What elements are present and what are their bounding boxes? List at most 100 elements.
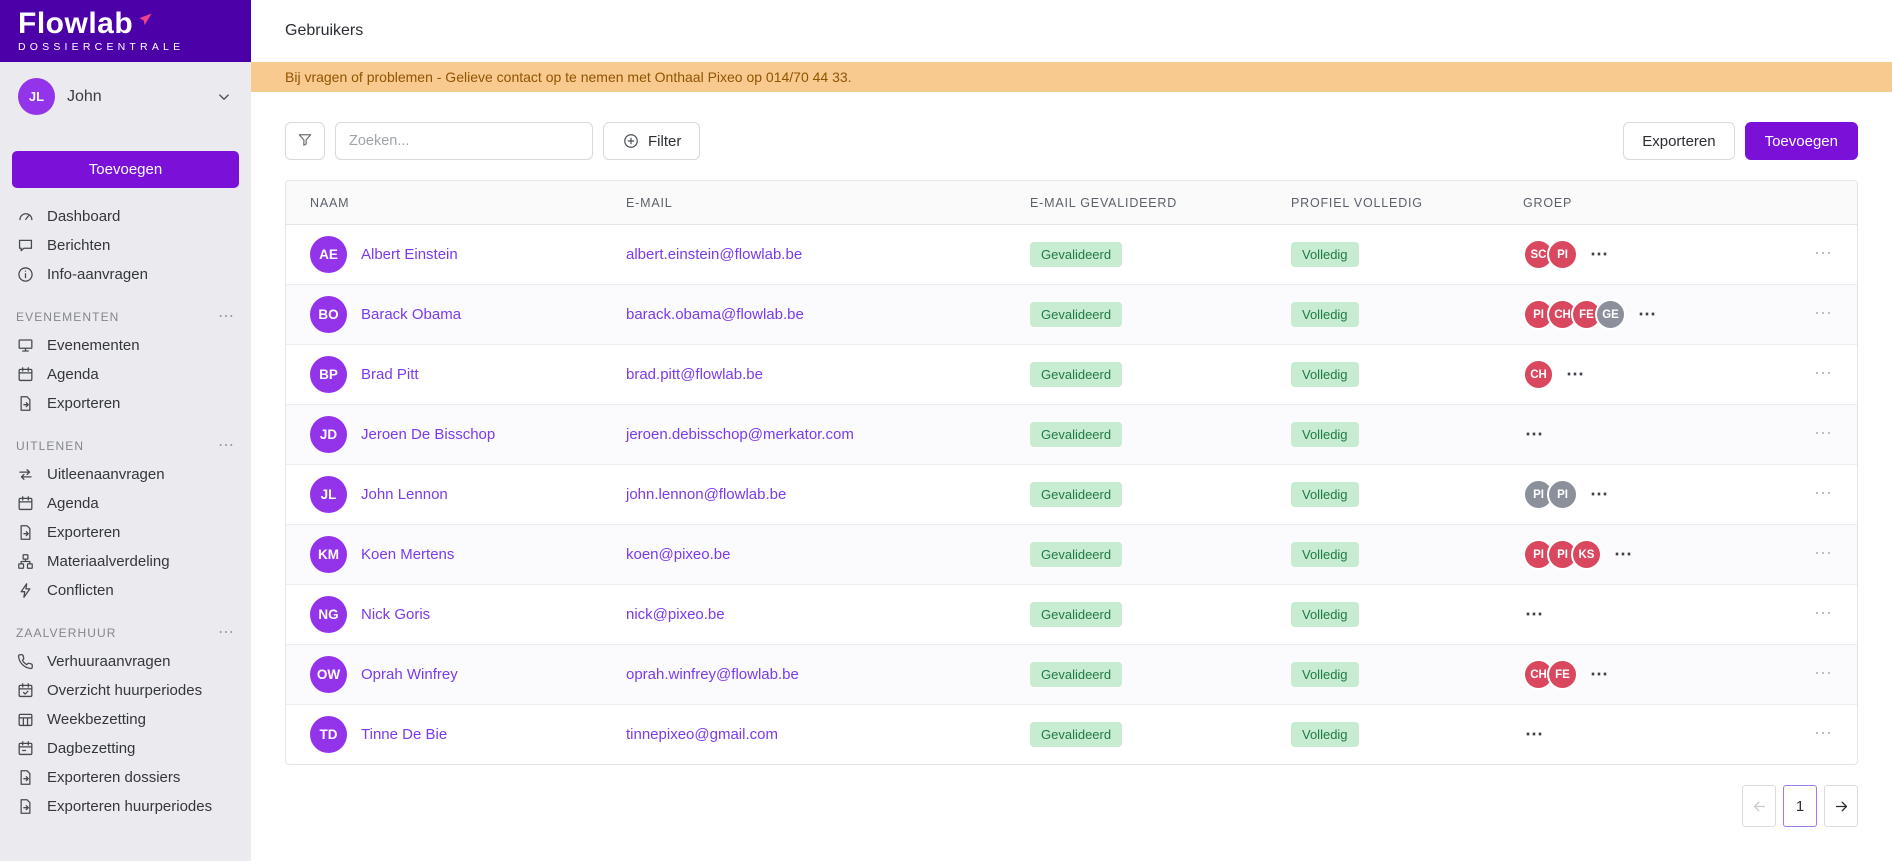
export-button[interactable]: Exporteren [1623, 122, 1734, 160]
groups-more-button[interactable]: ⋯ [1590, 670, 1609, 679]
sidebar-section-uitlenen: UITLENEN⋯ [0, 418, 251, 460]
user-name-cell: AEAlbert Einstein [310, 236, 626, 273]
current-page-button[interactable]: 1 [1783, 785, 1817, 827]
groups-more-button[interactable]: ⋯ [1638, 310, 1657, 319]
user-email-link[interactable]: oprah.winfrey@flowlab.be [626, 666, 1030, 683]
user-email-link[interactable]: koen@pixeo.be [626, 546, 1030, 563]
email-validated-badge: Gevalideerd [1030, 362, 1122, 387]
sidebar-item-dagbezetting[interactable]: Dagbezetting [0, 734, 251, 763]
sidebar-item-verhuuraanvragen[interactable]: Verhuuraanvragen [0, 647, 251, 676]
groups-more-button[interactable]: ⋯ [1566, 370, 1585, 379]
email-validated-cell: Gevalideerd [1030, 362, 1291, 387]
row-actions-button[interactable]: ⋯ [1814, 243, 1833, 263]
section-more-button[interactable]: ⋯ [218, 625, 235, 641]
user-menu[interactable]: JL John [0, 62, 251, 125]
brand-name: Flowlab [18, 7, 133, 40]
user-email-link[interactable]: john.lennon@flowlab.be [626, 486, 1030, 503]
profile-complete-cell: Volledig [1291, 302, 1523, 327]
email-validated-badge: Gevalideerd [1030, 722, 1122, 747]
column-header-profiel-volledig: PROFIEL VOLLEDIG [1291, 196, 1523, 210]
user-name-link[interactable]: Nick Goris [361, 606, 430, 623]
groups-more-button[interactable]: ⋯ [1590, 250, 1609, 259]
arrow-right-icon [1833, 798, 1850, 815]
user-email-link[interactable]: jeroen.debisschop@merkator.com [626, 426, 1030, 443]
row-actions-button[interactable]: ⋯ [1814, 723, 1833, 743]
row-avatar: BO [310, 296, 347, 333]
user-name-link[interactable]: Albert Einstein [361, 246, 458, 263]
row-avatar: JL [310, 476, 347, 513]
groups-cell: SCPI⋯ [1523, 239, 1785, 270]
app-root: Flowlab Dossiercentrale JL John Toevoege… [0, 0, 1892, 861]
sidebar-item-exporteren-dossiers[interactable]: Exporteren dossiers [0, 763, 251, 792]
groups-more-button[interactable]: ⋯ [1525, 610, 1544, 619]
sidebar-item-exporteren-huurperiodes[interactable]: Exporteren huurperiodes [0, 792, 251, 821]
user-name-link[interactable]: Jeroen De Bisschop [361, 426, 495, 443]
table-row: TDTinne De Bietinnepixeo@gmail.comGevali… [286, 705, 1857, 764]
sidebar-item-weekbezetting[interactable]: Weekbezetting [0, 705, 251, 734]
sidebar-item-conflicten[interactable]: Conflicten [0, 576, 251, 605]
notice-banner: Bij vragen of problemen - Gelieve contac… [251, 62, 1892, 92]
groups-more-button[interactable]: ⋯ [1525, 430, 1544, 439]
sidebar-item-label: Exporteren [47, 524, 120, 541]
row-actions-button[interactable]: ⋯ [1814, 303, 1833, 323]
profile-complete-badge: Volledig [1291, 722, 1359, 747]
email-validated-badge: Gevalideerd [1030, 302, 1122, 327]
sidebar-item-materiaalverdeling[interactable]: Materiaalverdeling [0, 547, 251, 576]
export-icon [16, 523, 35, 542]
user-name-link[interactable]: Oprah Winfrey [361, 666, 458, 683]
sidebar-item-info-aanvragen[interactable]: Info-aanvragen [0, 260, 251, 289]
sidebar-item-agenda[interactable]: Agenda [0, 489, 251, 518]
sidebar-add-button[interactable]: Toevoegen [12, 151, 239, 188]
calendar-icon [16, 365, 35, 384]
groups-more-button[interactable]: ⋯ [1614, 550, 1633, 559]
sidebar-item-agenda[interactable]: Agenda [0, 360, 251, 389]
section-more-button[interactable]: ⋯ [218, 438, 235, 454]
row-actions-button[interactable]: ⋯ [1814, 603, 1833, 623]
sidebar-item-dashboard[interactable]: Dashboard [0, 202, 251, 231]
next-page-button[interactable] [1824, 785, 1858, 827]
sidebar-item-berichten[interactable]: Berichten [0, 231, 251, 260]
filter-icon-button[interactable] [285, 122, 325, 160]
search-input[interactable] [335, 122, 593, 160]
phone-icon [16, 652, 35, 671]
groups-cell: CHFE⋯ [1523, 659, 1785, 690]
arrow-left-icon [1751, 798, 1768, 815]
table-row: OWOprah Winfreyoprah.winfrey@flowlab.beG… [286, 645, 1857, 705]
sidebar-item-exporteren[interactable]: Exporteren [0, 389, 251, 418]
sidebar-item-label: Exporteren huurperiodes [47, 798, 212, 815]
sidebar-item-evenementen[interactable]: Evenementen [0, 331, 251, 360]
column-header-naam: NAAM [310, 196, 626, 210]
row-actions-button[interactable]: ⋯ [1814, 543, 1833, 563]
sidebar-section-title: ZAALVERHUUR [16, 626, 117, 640]
user-email-link[interactable]: tinnepixeo@gmail.com [626, 726, 1030, 743]
groups-more-button[interactable]: ⋯ [1590, 490, 1609, 499]
add-button[interactable]: Toevoegen [1745, 122, 1858, 160]
user-name-link[interactable]: Koen Mertens [361, 546, 454, 563]
row-actions-button[interactable]: ⋯ [1814, 483, 1833, 503]
user-email-link[interactable]: barack.obama@flowlab.be [626, 306, 1030, 323]
prev-page-button[interactable] [1742, 785, 1776, 827]
user-name-link[interactable]: Brad Pitt [361, 366, 419, 383]
row-actions-button[interactable]: ⋯ [1814, 363, 1833, 383]
table-row: AEAlbert Einsteinalbert.einstein@flowlab… [286, 225, 1857, 285]
info-icon [16, 265, 35, 284]
user-name-link[interactable]: Tinne De Bie [361, 726, 447, 743]
section-more-button[interactable]: ⋯ [218, 309, 235, 325]
user-email-link[interactable]: brad.pitt@flowlab.be [626, 366, 1030, 383]
user-email-link[interactable]: nick@pixeo.be [626, 606, 1030, 623]
brand-logo[interactable]: Flowlab Dossiercentrale [0, 0, 251, 62]
groups-more-button[interactable]: ⋯ [1525, 730, 1544, 739]
user-email-link[interactable]: albert.einstein@flowlab.be [626, 246, 1030, 263]
user-name-link[interactable]: Barack Obama [361, 306, 461, 323]
email-validated-cell: Gevalideerd [1030, 662, 1291, 687]
profile-complete-cell: Volledig [1291, 662, 1523, 687]
sidebar-item-uitleenaanvragen[interactable]: Uitleenaanvragen [0, 460, 251, 489]
row-actions-button[interactable]: ⋯ [1814, 663, 1833, 683]
filter-button[interactable]: Filter [603, 122, 700, 160]
groups-cell: CH⋯ [1523, 359, 1785, 390]
row-actions-button[interactable]: ⋯ [1814, 423, 1833, 443]
sidebar-item-overzicht-huurperiodes[interactable]: Overzicht huurperiodes [0, 676, 251, 705]
sidebar-item-exporteren[interactable]: Exporteren [0, 518, 251, 547]
sidebar-item-label: Agenda [47, 366, 99, 383]
user-name-link[interactable]: John Lennon [361, 486, 448, 503]
